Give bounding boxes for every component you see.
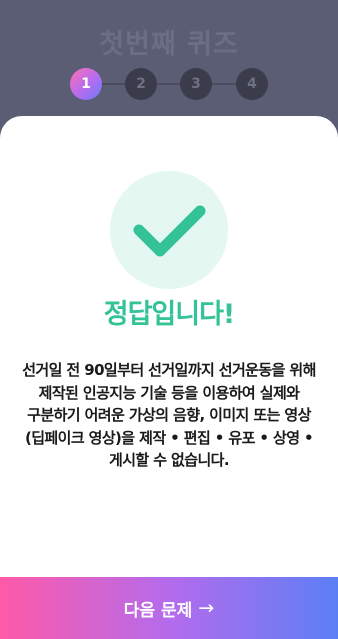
- step-4: 4: [236, 68, 268, 100]
- result-card: 정답입니다! 선거일 전 90일부터 선거일까지 선거운동을 위해 제작된 인공…: [0, 116, 338, 639]
- step-1: 1: [70, 68, 102, 100]
- step-3: 3: [180, 68, 212, 100]
- page-title: 첫번째 퀴즈: [99, 29, 239, 60]
- check-icon: [133, 205, 206, 257]
- check-badge: [110, 171, 228, 289]
- result-explanation: 선거일 전 90일부터 선거일까지 선거운동을 위해 제작된 인공지능 기술 등…: [22, 361, 316, 469]
- result-title: 정답입니다!: [103, 299, 236, 330]
- quiz-progress-stepper: 1 2 3 4: [70, 68, 268, 100]
- arrow-right-icon: →: [198, 597, 215, 619]
- step-2: 2: [125, 68, 157, 100]
- next-question-label: 다음 문제: [123, 600, 193, 621]
- stepper-line: [86, 83, 252, 85]
- next-question-button[interactable]: 다음 문제 →: [0, 577, 338, 639]
